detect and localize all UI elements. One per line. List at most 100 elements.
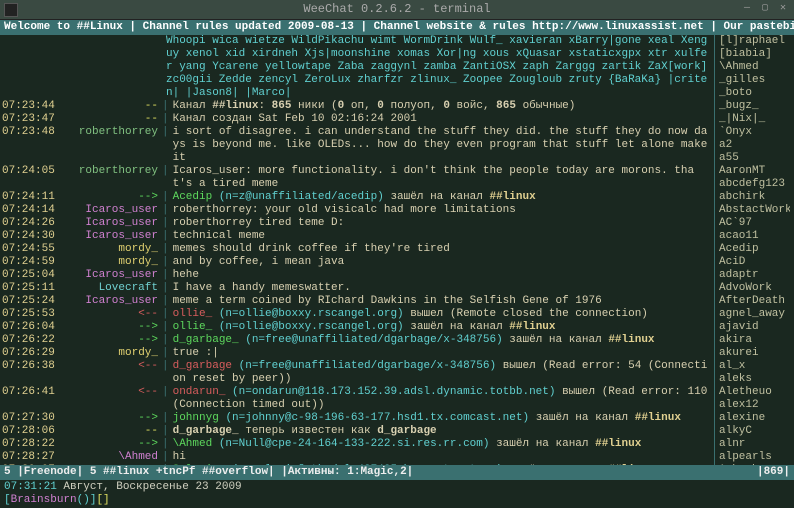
nicklist-item[interactable]: AfterDeath [719, 295, 790, 308]
chat-line: 07:25:24Icaros_user|meme a term coined b… [2, 295, 712, 308]
nicklist-item[interactable]: alpearls [719, 451, 790, 464]
nicklist-item[interactable]: Acedip [719, 243, 790, 256]
timestamp: 07:28:27 [2, 451, 62, 464]
topic-bar: Welcome to ##Linux | Channel rules updat… [0, 20, 794, 35]
nicklist-item[interactable]: alexine [719, 412, 790, 425]
nicklist-item[interactable]: Aletheuo [719, 386, 790, 399]
message: hi [173, 451, 712, 464]
nicklist-item[interactable]: adaptr [719, 269, 790, 282]
nicklist-item[interactable]: [biabia] [719, 48, 790, 61]
timestamp: 07:26:22 [2, 334, 62, 347]
chat-line: 07:23:47--|Канал создан Sat Feb 10 02:16… [2, 113, 712, 126]
timestamp: 07:25:11 [2, 282, 62, 295]
chat-line: 07:24:26Icaros_user|roberthorrey tired t… [2, 217, 712, 230]
nicklist-item[interactable]: aleks [719, 373, 790, 386]
overflow-names: Whoopi wica wietze WildPikachu wimt Worm… [2, 35, 712, 100]
close-button[interactable]: ✕ [776, 3, 790, 17]
statusbar: 5 |Freenode| 5 ##linux +tncPf ##overflow… [0, 465, 794, 480]
chat-line: 07:23:48roberthorrey|i sort of disagree.… [2, 126, 712, 165]
timestamp: 07:25:04 [2, 269, 62, 282]
timestamp: 07:25:24 [2, 295, 62, 308]
chat-line: 07:23:44--|Канал ##linux: 865 ники (0 оп… [2, 100, 712, 113]
app-icon [4, 3, 18, 17]
chat-line: 07:26:29mordy_|true :| [2, 347, 712, 360]
nicklist-item[interactable]: AaronMT [719, 165, 790, 178]
message: Канал ##linux: 865 ники (0 оп, 0 полуоп,… [173, 100, 712, 113]
nicklist-item[interactable]: _gilles [719, 74, 790, 87]
message: memes should drink coffee if they're tir… [173, 243, 712, 256]
message: d_garbage_ (n=free@unaffiliated/dgarbage… [173, 334, 712, 347]
chat-line: 07:26:04-->|ollie_ (n=ollie@boxxy.rscang… [2, 321, 712, 334]
nick: Icaros_user [62, 269, 162, 282]
nicklist-item[interactable]: _boto [719, 87, 790, 100]
chat-buffer[interactable]: Whoopi wica wietze WildPikachu wimt Worm… [0, 35, 714, 465]
timestamp: 07:23:44 [2, 100, 62, 113]
message: i sort of disagree. i can understand the… [173, 126, 712, 165]
message: roberthorrey tired teme D: [173, 217, 712, 230]
timestamp: 07:24:14 [2, 204, 62, 217]
message: technical meme [173, 230, 712, 243]
nicklist-item[interactable]: AC`97 [719, 217, 790, 230]
input-nick: Brainsburn [11, 494, 77, 507]
nicklist-item[interactable]: akurei [719, 347, 790, 360]
message: \Ahmed (n=Null@cpe-24-164-133-222.si.res… [173, 438, 712, 451]
timestamp: 07:26:04 [2, 321, 62, 334]
status-right: |869| [757, 466, 790, 479]
nick: --> [62, 191, 162, 204]
input-area[interactable]: 07:31:21 Август, Воскресенье 23 2009 [Br… [0, 480, 794, 508]
nicklist-item[interactable]: _bugz_ [719, 100, 790, 113]
titlebar[interactable]: WeeChat 0.2.6.2 - terminal — ▢ ✕ [0, 0, 794, 20]
timestamp: 07:24:55 [2, 243, 62, 256]
nicklist[interactable]: [l]raphael[biabia]\Ahmed_gilles_boto_bug… [714, 35, 794, 465]
input-line[interactable]: [Brainsburn()] [] [4, 494, 790, 507]
chat-line: 07:25:04Icaros_user|hehe [2, 269, 712, 282]
nicklist-item[interactable]: alnr [719, 438, 790, 451]
nicklist-item[interactable]: al_x [719, 360, 790, 373]
nicklist-item[interactable]: alex12 [719, 399, 790, 412]
message: ondarun_ (n=ondarun@118.173.152.39.adsl.… [173, 386, 712, 412]
nicklist-item[interactable]: AdvoWork [719, 282, 790, 295]
nicklist-item[interactable]: abcdefg123 [719, 178, 790, 191]
message: Канал создан Sat Feb 10 02:16:24 2001 [173, 113, 712, 126]
nick: <-- [62, 386, 162, 412]
nicklist-item[interactable]: AbstactWork [719, 204, 790, 217]
nicklist-item[interactable]: abchirk [719, 191, 790, 204]
maximize-button[interactable]: ▢ [758, 3, 772, 17]
nicklist-item[interactable]: ajavid [719, 321, 790, 334]
nicklist-item[interactable]: AciD [719, 256, 790, 269]
minimize-button[interactable]: — [740, 3, 754, 17]
timestamp: 07:26:29 [2, 347, 62, 360]
timestamp: 07:24:30 [2, 230, 62, 243]
nicklist-item[interactable]: \Ahmed [719, 61, 790, 74]
terminal-window: WeeChat 0.2.6.2 - terminal — ▢ ✕ Welcome… [0, 0, 794, 508]
nicklist-item[interactable]: a2 [719, 139, 790, 152]
nicklist-item[interactable]: a55 [719, 152, 790, 165]
nicklist-item[interactable]: akira [719, 334, 790, 347]
nicklist-item[interactable]: _|Nix|_ [719, 113, 790, 126]
nick: --> [62, 321, 162, 334]
nick: roberthorrey [62, 165, 162, 191]
message: ollie_ (n=ollie@boxxy.rscangel.org) зашё… [173, 321, 712, 334]
timestamp: 07:28:22 [2, 438, 62, 451]
bracket-mid: () [77, 494, 90, 507]
message: and by coffee, i mean java [173, 256, 712, 269]
timestamp: 07:24:59 [2, 256, 62, 269]
nicklist-item[interactable]: acao11 [719, 230, 790, 243]
nicklist-item[interactable]: `Onyx [719, 126, 790, 139]
window-title: WeeChat 0.2.6.2 - terminal [303, 3, 490, 16]
nick: -- [62, 100, 162, 113]
nick: mordy_ [62, 243, 162, 256]
nick: --> [62, 334, 162, 347]
chat-line: 07:26:22-->|d_garbage_ (n=free@unaffilia… [2, 334, 712, 347]
nicklist-item[interactable]: [l]raphael [719, 35, 790, 48]
chat-line: 07:28:27\Ahmed|hi [2, 451, 712, 464]
bracket-open: [ [4, 494, 11, 507]
nicklist-item[interactable]: agnel_away [719, 308, 790, 321]
nick: --> [62, 412, 162, 425]
timestamp: 07:24:05 [2, 165, 62, 191]
timestamp: 07:28:06 [2, 425, 62, 438]
nicklist-item[interactable]: alkyC [719, 425, 790, 438]
chat-line: 07:27:30-->|johnnyg (n=johnny@c-98-196-6… [2, 412, 712, 425]
date: Август, Воскресенье 23 2009 [63, 481, 241, 493]
message: roberthorrey: your old visicalc had more… [173, 204, 712, 217]
